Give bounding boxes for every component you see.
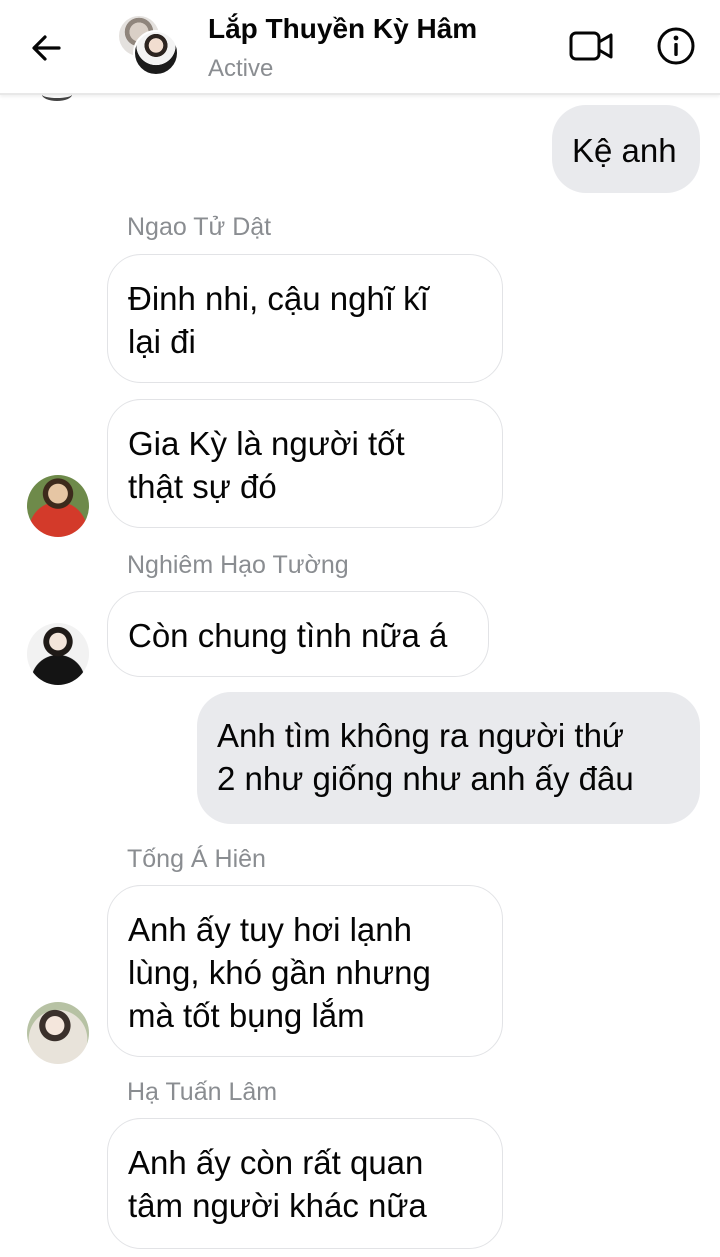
back-arrow-icon <box>32 35 61 61</box>
message-text-line: 2 như giống như anh ấy đâu <box>217 760 634 797</box>
video-call-icon <box>569 31 613 61</box>
message-text-line: lại đi <box>128 323 196 360</box>
sender-name: Ngao Tử Dật <box>127 213 272 241</box>
avatar[interactable] <box>27 1002 89 1064</box>
info-button[interactable] <box>652 22 700 70</box>
avatar <box>133 30 179 76</box>
sender-name: Hạ Tuấn Lâm <box>127 1078 278 1106</box>
message-incoming[interactable]: Anh ấy còn rất quan tâm người khác nữa <box>107 1118 503 1249</box>
message-text-line: Anh ấy còn rất quan <box>128 1144 424 1181</box>
active-status: Active <box>208 55 274 82</box>
back-button[interactable] <box>22 24 70 72</box>
message-text-line: tâm người khác nữa <box>128 1187 427 1224</box>
sender-name: Nghiêm Hạo Tường <box>127 551 349 579</box>
message-text-line: Gia Kỳ là người tốt <box>128 425 405 462</box>
info-icon <box>657 27 695 65</box>
video-call-button[interactable] <box>564 22 620 70</box>
avatar[interactable] <box>27 623 89 685</box>
message-text-line: Đinh nhi, cậu nghĩ kĩ <box>128 280 429 317</box>
message-text-line: Anh tìm không ra người thứ <box>217 717 625 754</box>
sender-name: Tống Á Hiên <box>127 845 266 873</box>
message-outgoing[interactable]: Kệ anh <box>552 105 700 193</box>
message-incoming[interactable]: Còn chung tình nữa á <box>107 591 489 677</box>
message-text-line: Còn chung tình nữa á <box>128 617 448 654</box>
message-incoming[interactable]: Anh ấy tuy hơi lạnh lùng, khó gần nhưng … <box>107 885 503 1057</box>
contact-name[interactable]: Lắp Thuyền Kỳ Hâm <box>208 13 477 45</box>
message-incoming[interactable]: Đinh nhi, cậu nghĩ kĩ lại đi <box>107 254 503 383</box>
chat-header: Lắp Thuyền Kỳ Hâm Active <box>0 0 720 95</box>
message-text-line: lùng, khó gần nhưng <box>128 954 431 991</box>
message-text: Kệ anh <box>572 132 677 169</box>
group-avatar[interactable] <box>117 14 179 76</box>
message-incoming[interactable]: Gia Kỳ là người tốt thật sự đó <box>107 399 503 528</box>
message-text-line: thật sự đó <box>128 468 277 505</box>
message-text-line: Anh ấy tuy hơi lạnh <box>128 911 412 948</box>
avatar[interactable] <box>27 475 89 537</box>
message-text-line: mà tốt bụng lắm <box>128 997 365 1034</box>
message-outgoing[interactable]: Anh tìm không ra người thứ 2 như giống n… <box>197 692 700 824</box>
